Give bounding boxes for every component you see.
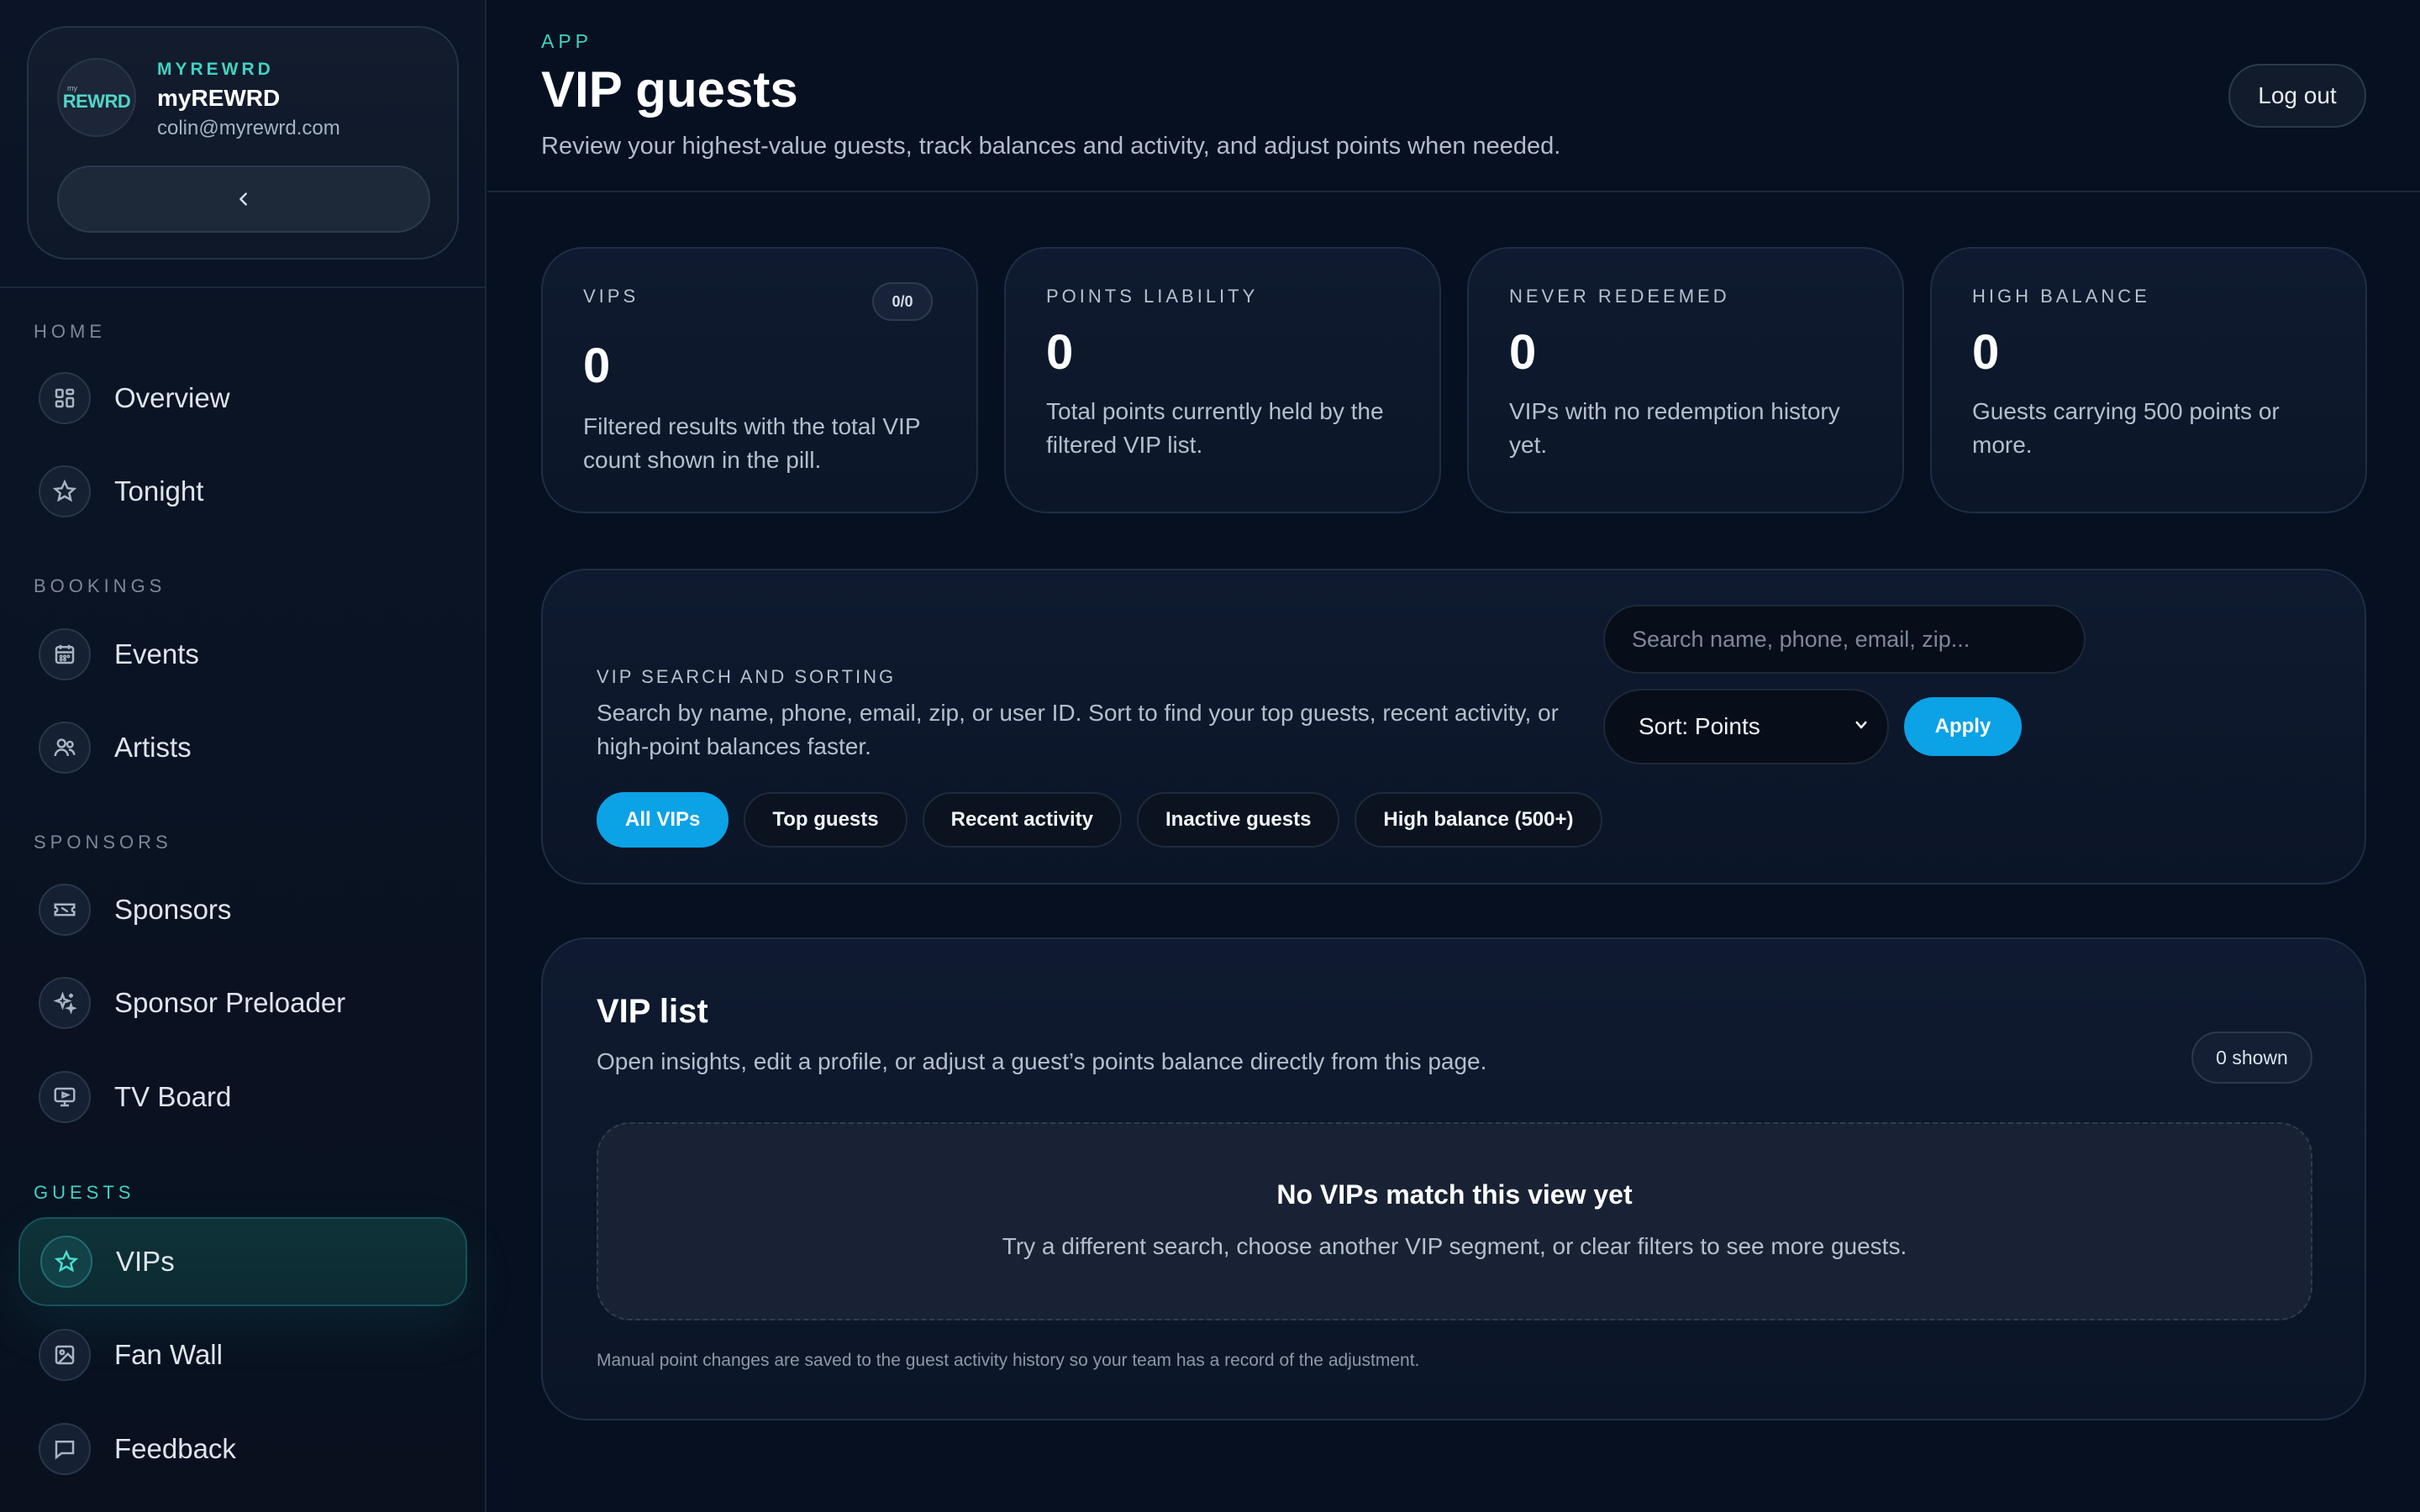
sidebar-item-fan-wall[interactable]: Fan Wall [18,1310,467,1399]
stat-description: Guests carrying 500 points or more. [1972,398,2280,458]
search-panel-description: Search by name, phone, email, zip, or us… [597,700,1559,759]
sidebar-item-sponsors[interactable]: Sponsors [18,865,467,954]
brand-kicker: MYREWRD [157,60,274,79]
sidebar-item-feedback[interactable]: Feedback [18,1404,467,1494]
stat-description: VIPs with no redemption history yet. [1509,398,1840,458]
brand-name: myREWRD [157,85,281,111]
sort-select-value: Sort: Points [1639,713,1760,739]
grid-icon [39,372,91,424]
brand-logo: my REWRD [57,58,136,137]
star-icon [40,1236,92,1288]
sidebar-item-events[interactable]: Events [18,610,467,699]
account-email: colin@myrewrd.com [157,117,340,139]
chip-all-vips[interactable]: All VIPs [597,792,729,848]
collapse-sidebar-button[interactable] [57,165,430,233]
search-panel-kicker: VIP SEARCH AND SORTING [597,666,897,687]
calendar-icon [39,628,91,680]
stat-value: 0 [1972,325,2000,380]
vip-list-panel: VIP list Open insights, edit a profile, … [541,937,2366,1420]
sidebar-item-label: Feedback [114,1433,236,1464]
profile-card: my REWRD MYREWRD myREWRD colin@myrewrd.c… [27,26,459,260]
sidebar-item-sponsor-preloader[interactable]: Sponsor Preloader [18,958,467,1047]
stat-value: 0 [1509,325,1537,380]
logo-main-text: REWRD [62,90,131,112]
stat-label: VIPS [583,286,639,307]
stat-card-high-balance: HIGH BALANCE 0 Guests carrying 500 point… [1930,247,2367,513]
nav-section-bookings: BOOKINGS [34,575,166,596]
chevron-down-icon [1855,721,1867,729]
chip-top-guests[interactable]: Top guests [744,792,908,848]
stat-label: NEVER REDEEMED [1509,286,1730,307]
vip-search-panel: VIP SEARCH AND SORTING Search by name, p… [541,569,2366,885]
empty-state: No VIPs match this view yet Try a differ… [597,1122,2312,1320]
segment-chips: All VIPs Top guests Recent activity Inac… [597,792,1602,848]
sidebar-item-label: Artists [114,732,192,763]
sidebar-item-label: Events [114,638,199,669]
sidebar-item-vips[interactable]: VIPs [18,1217,467,1306]
stat-card-points-liability: POINTS LIABILITY 0 Total points currentl… [1004,247,1441,513]
sort-select[interactable]: Sort: Points [1603,689,1889,764]
sidebar-item-label: TV Board [114,1081,232,1112]
tv-icon [39,1071,91,1123]
sidebar-item-label: Sponsor Preloader [114,987,346,1018]
sidebar-item-artists[interactable]: Artists [18,703,467,792]
nav-section-home: HOME [34,321,106,342]
sidebar-item-overview[interactable]: Overview [18,354,467,443]
chip-high-balance[interactable]: High balance (500+) [1355,792,1602,848]
logout-button[interactable]: Log out [2228,64,2366,128]
shown-count-badge: 0 shown [2191,1032,2312,1084]
sidebar: my REWRD MYREWRD myREWRD colin@myrewrd.c… [0,0,487,1512]
sidebar-divider [0,286,487,288]
empty-state-title: No VIPs match this view yet [1276,1179,1633,1210]
apply-button[interactable]: Apply [1904,697,2022,756]
stat-description: Filtered results with the total VIP coun… [583,413,920,473]
sidebar-item-label: VIPs [116,1246,175,1277]
empty-state-subtitle: Try a different search, choose another V… [1002,1233,1907,1259]
users-icon [39,722,91,774]
sidebar-item-label: Overview [114,382,230,413]
stat-description: Total points currently held by the filte… [1046,398,1384,458]
stat-label: HIGH BALANCE [1972,286,2150,307]
vip-list-subtitle: Open insights, edit a profile, or adjust… [597,1048,1487,1074]
page-header: APP VIP guests Review your highest-value… [487,0,2420,192]
sidebar-item-label: Fan Wall [114,1339,223,1370]
sidebar-item-label: Sponsors [114,894,232,925]
nav-section-guests: GUESTS [34,1182,135,1203]
chevron-left-icon [239,192,247,206]
star-icon [39,465,91,517]
stat-label: POINTS LIABILITY [1046,286,1259,307]
chip-recent-activity[interactable]: Recent activity [922,792,1123,848]
ticket-icon [39,884,91,936]
stat-card-never-redeemed: NEVER REDEEMED 0 VIPs with no redemption… [1467,247,1904,513]
page-subtitle: Review your highest-value guests, track … [541,133,1561,160]
vip-count-pill: 0/0 [872,282,933,321]
stat-value: 0 [1046,325,1074,380]
stat-value: 0 [583,339,611,393]
sidebar-item-tonight[interactable]: Tonight [18,447,467,536]
image-icon [39,1329,91,1381]
vip-list-title: VIP list [597,993,708,1030]
sparkles-icon [39,977,91,1029]
page-kicker: APP [541,30,593,52]
manual-points-note: Manual point changes are saved to the gu… [597,1351,1420,1370]
sidebar-item-tv-board[interactable]: TV Board [18,1053,467,1142]
nav-section-sponsors: SPONSORS [34,832,172,853]
chip-inactive-guests[interactable]: Inactive guests [1137,792,1340,848]
message-icon [39,1423,91,1475]
sidebar-item-label: Tonight [114,475,204,507]
stat-card-vips: VIPS 0/0 0 Filtered results with the tot… [541,247,978,513]
page-title: VIP guests [541,61,798,118]
search-input[interactable] [1603,605,2086,674]
